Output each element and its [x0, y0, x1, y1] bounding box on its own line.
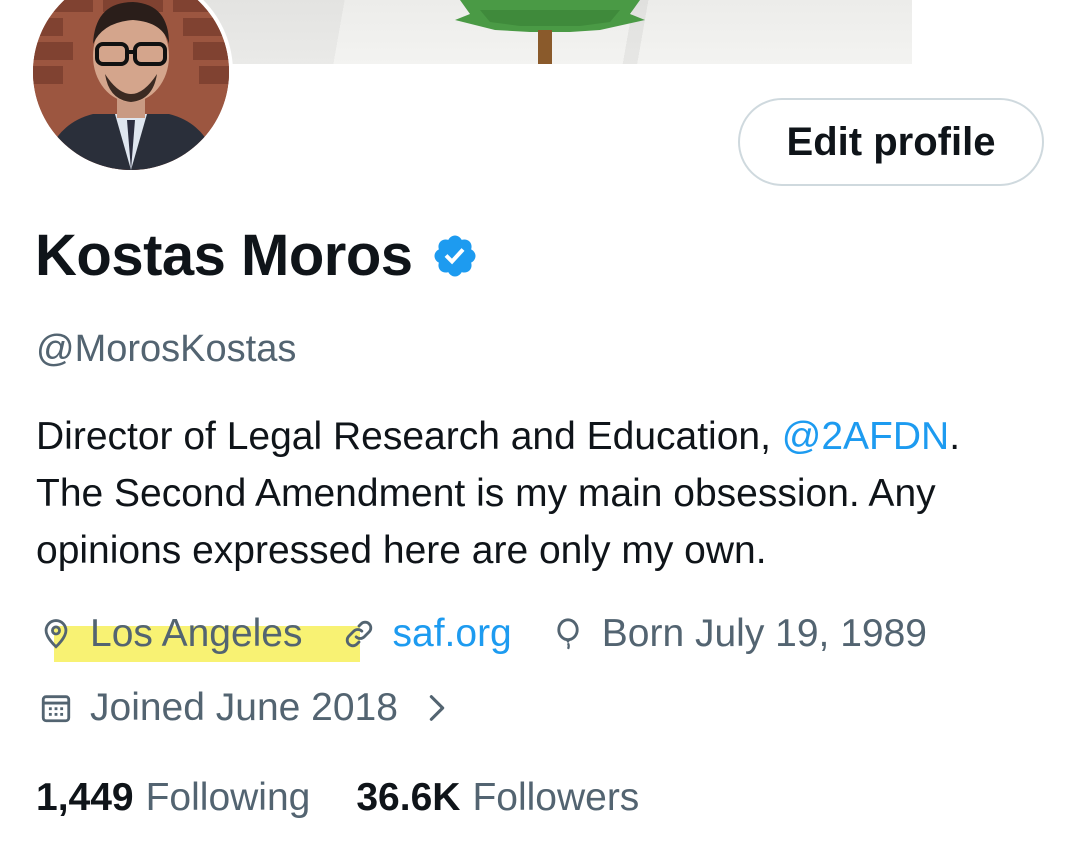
tree-emblem [455, 0, 645, 64]
profile-meta-row-2: Joined June 2018 [36, 686, 450, 730]
location-pin-icon [36, 612, 76, 656]
profile-meta-row: Los Angeles saf.org Born July 19, 1989 [36, 612, 927, 662]
location: Los Angeles [36, 612, 360, 662]
location-text: Los Angeles [90, 612, 303, 655]
birthday-text: Born July 19, 1989 [601, 612, 927, 655]
website-link[interactable]: saf.org [393, 612, 512, 656]
birthday: Born July 19, 1989 [548, 612, 927, 656]
display-name: Kostas Moros [35, 223, 413, 288]
website[interactable]: saf.org [339, 612, 512, 656]
avatar[interactable] [29, 0, 233, 174]
edit-profile-button[interactable]: Edit profile [738, 98, 1044, 186]
following-label: Following [145, 776, 311, 819]
link-icon [339, 612, 379, 656]
user-handle: @MorosKostas [36, 328, 297, 370]
balloon-icon [548, 612, 588, 656]
bio-line-1: Director of Legal Research and Education… [36, 408, 1056, 465]
bio: Director of Legal Research and Education… [36, 408, 1056, 579]
calendar-icon [36, 686, 76, 730]
followers-stat[interactable]: 36.6K Followers [356, 776, 639, 820]
following-stat[interactable]: 1,449 Following [36, 776, 310, 820]
bio-line-3: opinions expressed here are only my own. [36, 529, 767, 572]
avatar-photo [33, 0, 229, 170]
mention-link[interactable]: @2AFDN [782, 415, 949, 458]
bio-line-2: The Second Amendment is my main obsessio… [36, 472, 936, 515]
joined-text: Joined June 2018 [90, 686, 398, 729]
profile-name-row: Kostas Moros [35, 222, 479, 289]
verified-badge-icon[interactable] [431, 232, 479, 280]
joined: Joined June 2018 [36, 686, 398, 730]
bio-text: Director of Legal Research and Education… [36, 415, 782, 458]
chevron-right-icon[interactable] [424, 691, 450, 725]
following-count: 1,449 [36, 776, 134, 819]
profile-banner[interactable] [200, 0, 912, 64]
followers-count: 36.6K [356, 776, 461, 819]
bio-text: . [949, 415, 961, 458]
follow-stats: 1,449 Following 36.6K Followers [36, 776, 639, 820]
followers-label: Followers [472, 776, 640, 819]
